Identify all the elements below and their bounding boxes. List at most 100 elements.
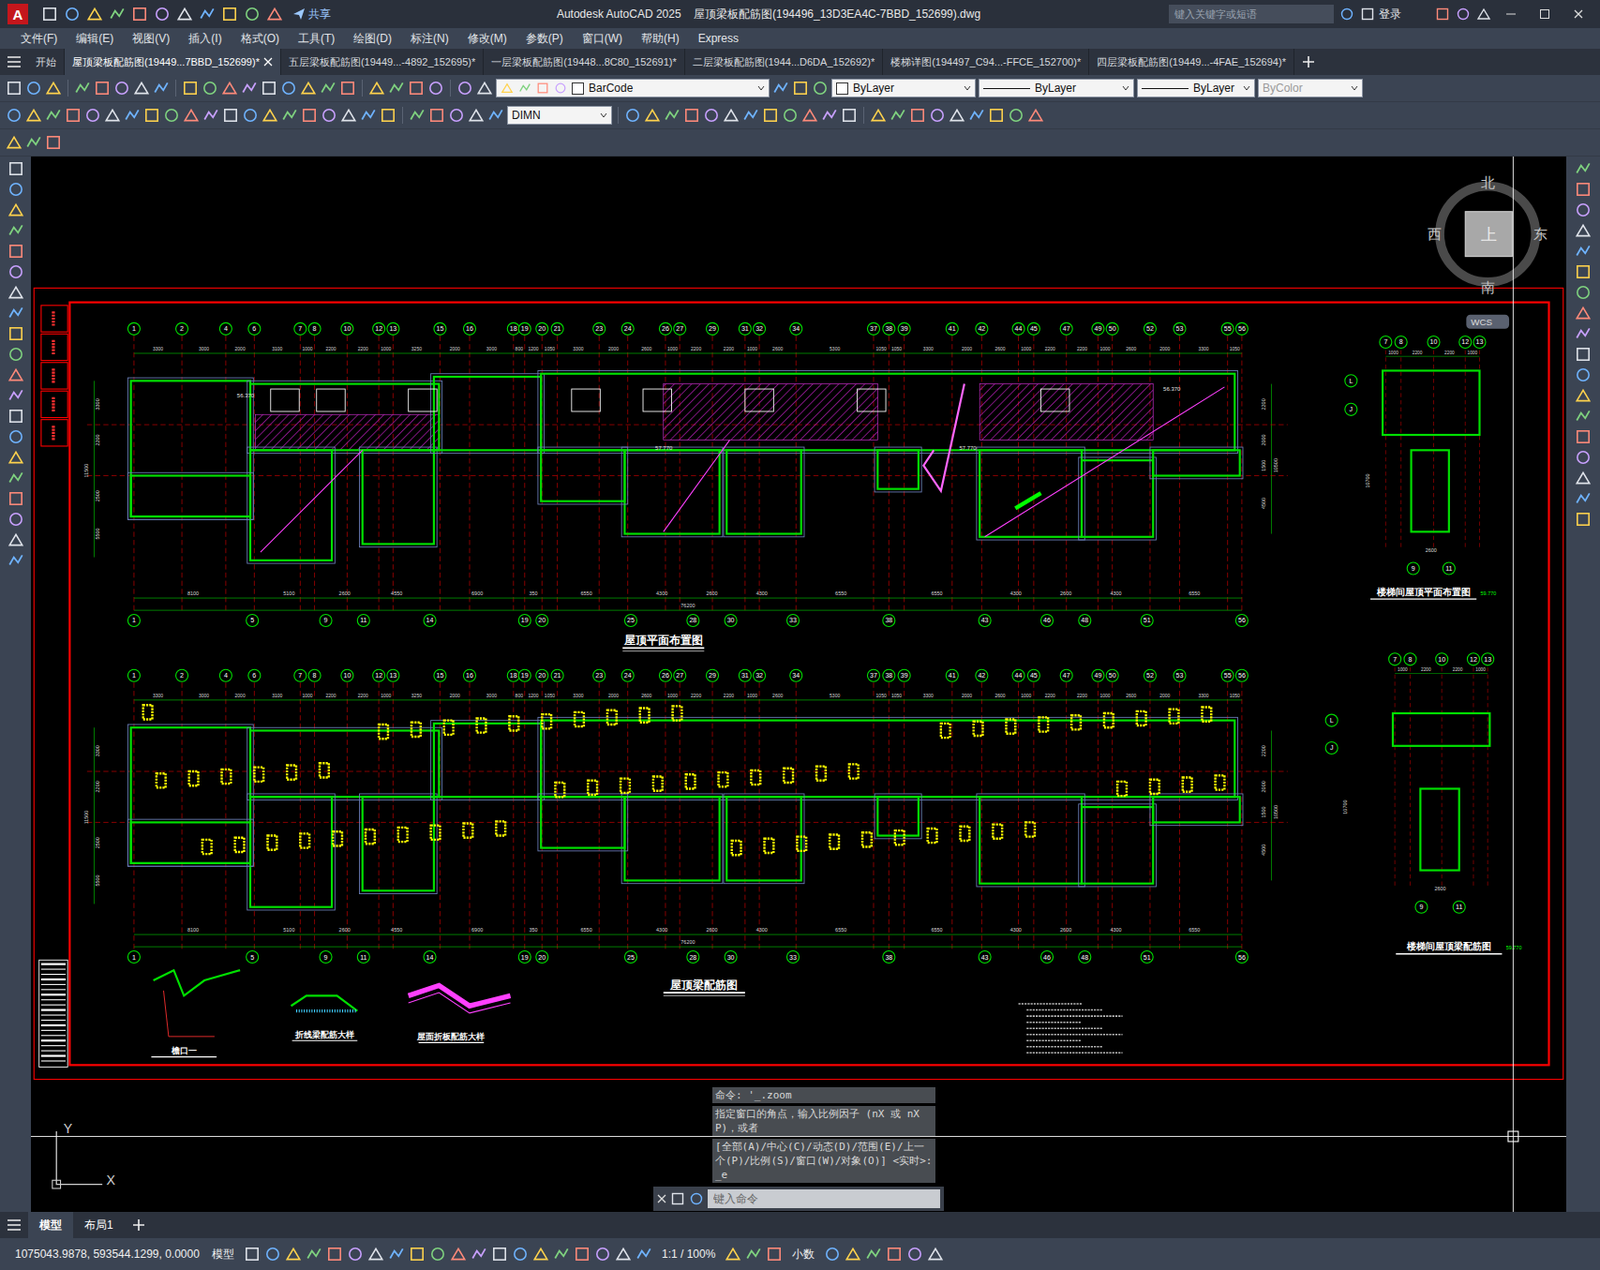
document-tab[interactable]: 楼梯详图(194497_C94...-FFCE_152700)* [882, 48, 1090, 75]
drawing-canvas[interactable]: 56.37057.77057.77056.3701246781012131516… [30, 156, 1567, 1212]
tool-icon[interactable] [221, 5, 239, 23]
tool-icon[interactable] [470, 1245, 488, 1263]
tool-icon[interactable] [553, 81, 568, 95]
document-tab[interactable]: 五层梁板配筋图(19449...-4892_152695)* [281, 48, 484, 75]
tool-icon[interactable] [536, 81, 550, 95]
tool-icon[interactable] [968, 106, 986, 124]
space-toggle[interactable]: 模型 [206, 1246, 240, 1263]
menu-icon[interactable] [6, 1218, 22, 1232]
tool-icon[interactable] [7, 242, 25, 260]
wrench-icon[interactable] [670, 1191, 686, 1207]
tool-icon[interactable] [131, 5, 149, 23]
menu-item[interactable]: 编辑(E) [66, 30, 123, 47]
tool-icon[interactable] [724, 1245, 742, 1263]
tool-icon[interactable] [1574, 304, 1592, 322]
tool-icon[interactable] [518, 81, 532, 95]
add-layout-button[interactable] [124, 1211, 153, 1239]
tool-icon[interactable] [7, 490, 25, 508]
tool-icon[interactable] [1435, 6, 1451, 22]
maximize-button[interactable] [1530, 8, 1559, 20]
tool-icon[interactable] [408, 106, 426, 124]
tool-icon[interactable] [260, 79, 278, 97]
tool-icon[interactable] [93, 79, 111, 97]
tool-icon[interactable] [143, 106, 161, 124]
tool-icon[interactable] [1574, 469, 1592, 487]
tool-icon[interactable] [181, 79, 199, 97]
tool-icon[interactable] [241, 106, 259, 124]
tool-icon[interactable] [467, 106, 485, 124]
tool-icon[interactable] [448, 106, 465, 124]
tool-icon[interactable] [86, 5, 104, 23]
tool-icon[interactable] [909, 106, 927, 124]
tool-icon[interactable] [823, 1245, 841, 1263]
tool-icon[interactable] [243, 5, 261, 23]
tool-icon[interactable] [7, 222, 25, 240]
tool-icon[interactable] [7, 284, 25, 301]
tool-icon[interactable] [319, 79, 337, 97]
tool-icon[interactable] [300, 106, 318, 124]
tool-icon[interactable] [781, 106, 799, 124]
tool-icon[interactable] [359, 106, 377, 124]
tool-icon[interactable] [198, 5, 216, 23]
tool-icon[interactable] [1007, 106, 1025, 124]
menu-item[interactable]: 帮助(H) [631, 30, 689, 47]
tool-icon[interactable] [1476, 6, 1492, 22]
menu-item[interactable]: Express [688, 31, 748, 45]
model-space[interactable]: 56.37057.77057.77056.3701246781012131516… [30, 156, 1567, 1212]
tool-icon[interactable] [243, 1245, 261, 1263]
color-dropdown[interactable]: ByLayer [831, 78, 976, 98]
tool-icon[interactable] [532, 1245, 550, 1263]
tool-icon[interactable] [1574, 201, 1592, 219]
tool-icon[interactable] [123, 106, 141, 124]
tool-icon[interactable] [429, 1245, 447, 1263]
tool-icon[interactable] [221, 79, 239, 97]
tool-icon[interactable] [1574, 263, 1592, 281]
tool-icon[interactable] [487, 106, 505, 124]
tool-icon[interactable] [63, 5, 81, 23]
tool-icon[interactable] [407, 79, 425, 97]
tool-icon[interactable] [840, 106, 858, 124]
tool-icon[interactable] [7, 366, 25, 384]
tool-icon[interactable] [1455, 6, 1471, 22]
tool-icon[interactable] [280, 79, 298, 97]
dimstyle-dropdown[interactable]: DIMN [507, 105, 613, 125]
tool-icon[interactable] [476, 79, 494, 97]
tool-icon[interactable] [7, 448, 25, 466]
tool-icon[interactable] [811, 79, 829, 97]
tool-icon[interactable] [928, 106, 946, 124]
tool-icon[interactable] [1574, 180, 1592, 198]
tool-icon[interactable] [635, 1245, 653, 1263]
tool-icon[interactable] [74, 79, 91, 97]
document-tab[interactable]: 一层梁板配筋图(19448...8C80_152691)* [483, 48, 685, 75]
tool-icon[interactable] [261, 106, 279, 124]
tool-icon[interactable] [339, 79, 357, 97]
document-tab[interactable]: 开始 [28, 48, 65, 75]
app-menu-button[interactable] [0, 48, 29, 75]
tool-icon[interactable] [7, 552, 25, 569]
document-tab[interactable]: 四层梁板配筋图(19449...-4FAE_152694)* [1089, 48, 1295, 75]
menu-item[interactable]: 视图(V) [122, 30, 180, 47]
tool-icon[interactable] [104, 106, 121, 124]
tool-icon[interactable] [456, 79, 474, 97]
tool-icon[interactable] [511, 1245, 529, 1263]
tool-icon[interactable] [449, 1245, 467, 1263]
view-cube-face[interactable] [1465, 211, 1512, 257]
tool-icon[interactable] [182, 106, 200, 124]
tool-icon[interactable] [7, 304, 25, 322]
tool-icon[interactable] [176, 5, 194, 23]
tool-icon[interactable] [133, 79, 150, 97]
tool-icon[interactable] [5, 134, 23, 151]
tool-icon[interactable] [25, 134, 43, 151]
tool-icon[interactable] [906, 1245, 924, 1263]
tool-icon[interactable] [41, 5, 59, 23]
tool-icon[interactable] [266, 5, 284, 23]
tool-icon[interactable] [326, 1245, 344, 1263]
tool-icon[interactable] [202, 106, 220, 124]
tool-icon[interactable] [573, 1245, 591, 1263]
tool-icon[interactable] [408, 1245, 426, 1263]
tool-icon[interactable] [702, 106, 720, 124]
search-box[interactable]: 键入关键字或短语 [1168, 4, 1334, 24]
plus-icon[interactable] [1301, 55, 1316, 69]
menu-item[interactable]: 工具(T) [288, 30, 344, 47]
tool-icon[interactable] [163, 106, 180, 124]
